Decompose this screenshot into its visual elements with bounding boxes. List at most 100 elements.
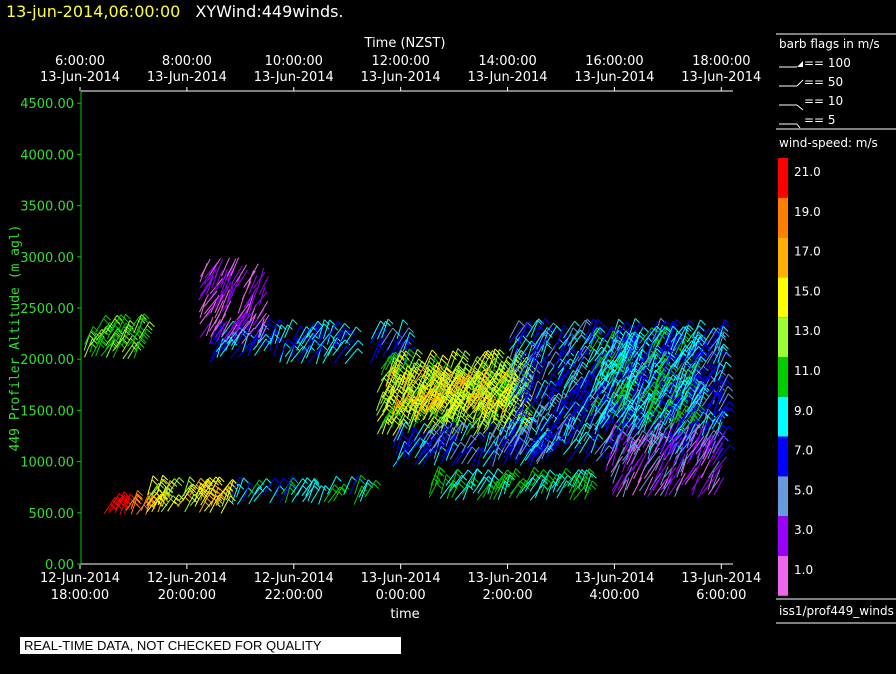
barb-flag (580, 334, 587, 341)
barb-flag (387, 318, 394, 325)
wind-barb (257, 301, 269, 319)
barb-flag (176, 480, 183, 487)
barb-staff (451, 448, 464, 466)
barb-flag (128, 331, 135, 337)
barb-staff (322, 345, 333, 364)
wind-barb (236, 307, 249, 326)
barb-flag (138, 342, 145, 349)
barb-staff (209, 258, 221, 276)
wind-barb (248, 486, 265, 505)
barb-flag (279, 485, 285, 492)
barb-staff (540, 413, 553, 432)
barb-flag (490, 423, 497, 429)
barb-staff (392, 449, 406, 467)
barb-staff (455, 447, 467, 465)
barb-flag (355, 326, 362, 333)
barb-flag (725, 361, 732, 368)
barb-flag (466, 417, 472, 424)
barb-flag (467, 469, 474, 476)
barb-flag (530, 426, 537, 433)
barb-flag (441, 358, 447, 365)
barb-flag (727, 393, 734, 400)
barb-flag (373, 483, 379, 489)
barb-flag (269, 323, 276, 329)
barb-flag (664, 320, 671, 326)
barb-flag (688, 320, 695, 326)
barb-flag (292, 319, 298, 325)
barb-staff (455, 469, 469, 486)
wind-barb (541, 360, 555, 380)
barb-flag (729, 444, 736, 451)
barb-flag (551, 372, 558, 379)
wind-barb (333, 346, 352, 364)
wind-barb (247, 479, 265, 497)
wind-barb (467, 431, 486, 449)
barb-flag (518, 320, 525, 326)
barb-staff (397, 441, 405, 461)
barb-flag (556, 325, 562, 332)
wind-barb (269, 319, 285, 338)
barb-flag (625, 321, 632, 327)
barb-flag (329, 319, 335, 326)
barb-staff (236, 307, 249, 326)
barb-flag (408, 327, 415, 334)
barb-flag (306, 477, 313, 484)
barb-flag (123, 491, 130, 498)
barb-flag (457, 348, 464, 354)
barb-flag (487, 469, 494, 476)
barb-staff (199, 307, 213, 325)
barb-flag (357, 340, 364, 346)
wind-profile-chart: Time (NZST)6:00:0013-Jun-20148:00:0013-J… (8, 33, 896, 624)
wind-barb (428, 409, 444, 429)
barb-staff (242, 482, 251, 502)
barb-flag (409, 331, 416, 338)
barb-flag (603, 324, 610, 331)
barb-flag (407, 352, 414, 359)
wind-barb (396, 319, 409, 339)
barb-flag (152, 475, 159, 482)
barb-staff (269, 485, 280, 504)
barb-flag (439, 467, 446, 473)
barb-staff (450, 348, 459, 368)
wind-barb (568, 376, 587, 393)
wind-barb (257, 267, 265, 288)
barb-flag (442, 354, 449, 361)
barb-staff (440, 446, 452, 465)
barb-staff (257, 301, 269, 319)
barb-flag (401, 433, 408, 440)
barb-staff (590, 434, 599, 454)
barb-flag (105, 314, 111, 321)
barb-flag (722, 325, 729, 332)
wind-barb (209, 258, 221, 276)
barb-flag (103, 318, 109, 325)
barb-flag (546, 343, 553, 350)
barb-flag (436, 483, 443, 489)
barb-staff (84, 326, 94, 345)
barb-flag (125, 313, 131, 320)
barb-flag (725, 379, 732, 386)
barb-flag (134, 502, 141, 509)
barb-flag (178, 477, 185, 483)
barb-flag (409, 336, 415, 343)
barb-staff (323, 484, 336, 503)
barb-flag (146, 324, 153, 331)
barb-flag (243, 477, 249, 484)
barb-staff (456, 350, 466, 370)
wind-barb (254, 338, 272, 356)
wind-barb (200, 258, 211, 277)
barb-flag (344, 323, 351, 329)
barb-flag (583, 356, 590, 362)
wind-barb (269, 485, 285, 504)
barb-flag (676, 319, 682, 325)
barb-flag (597, 433, 604, 440)
barb-staff (585, 435, 595, 454)
barb-staff (248, 263, 259, 282)
barb-flag (685, 331, 692, 338)
wind-barb (461, 477, 479, 495)
barb-flag (438, 479, 444, 486)
barb-staff (247, 337, 257, 357)
wind-barb (563, 320, 580, 339)
wind-barb (349, 475, 364, 495)
barb-flag (282, 477, 289, 484)
barb-flag (335, 475, 342, 482)
